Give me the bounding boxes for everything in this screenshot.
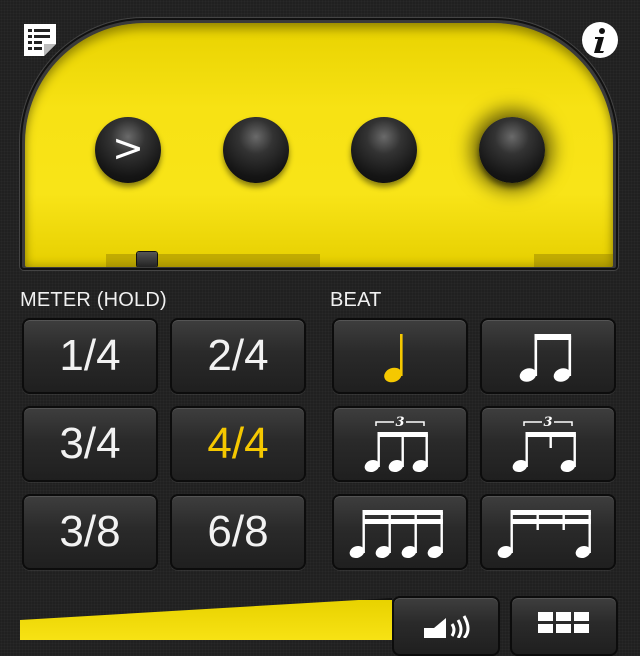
meter-button-4-4[interactable]: 4/4 — [170, 406, 306, 482]
meter-label: METER (HOLD) — [20, 289, 167, 311]
position-handle[interactable] — [137, 252, 157, 267]
beat-button-triplet[interactable]: 3 — [332, 406, 468, 482]
info-icon[interactable] — [580, 20, 620, 60]
triplet-mark: 3 — [543, 415, 552, 430]
meter-button-1-4[interactable]: 1/4 — [22, 318, 158, 394]
meter-button-label: 3/4 — [59, 419, 121, 468]
eighth-two-sixteenths-icon — [497, 510, 591, 559]
sound-button[interactable] — [392, 596, 500, 656]
triplet-shuffle-icon: 3 — [512, 415, 576, 473]
list-icon[interactable] — [20, 20, 60, 60]
position-track-end — [534, 254, 613, 267]
beat-button-quarter[interactable] — [332, 318, 468, 394]
meter-button-label: 2/4 — [207, 331, 269, 380]
quarter-note-icon — [384, 334, 403, 383]
beat-dot-2 — [223, 117, 289, 183]
beat-dot-4-active — [479, 117, 545, 183]
meter-button-2-4[interactable]: 2/4 — [170, 318, 306, 394]
meter-button-label: 4/4 — [207, 419, 269, 468]
beat-dot-3 — [351, 117, 417, 183]
sixteenth-notes-icon — [349, 510, 443, 559]
beat-button-eighths[interactable] — [480, 318, 616, 394]
triplet-eighths-icon: 3 — [364, 415, 428, 473]
beat-dot-1: > — [95, 117, 161, 183]
meter-button-6-8[interactable]: 6/8 — [170, 494, 306, 570]
meter-button-label: 6/8 — [207, 507, 269, 556]
meter-button-label: 1/4 — [59, 331, 121, 380]
beat-label: BEAT — [330, 289, 382, 311]
accent-symbol: > — [112, 126, 144, 170]
meter-button-label: 3/8 — [59, 507, 121, 556]
tempo-strip — [20, 598, 392, 640]
beat-button-sixteenths[interactable] — [332, 494, 468, 570]
triplet-mark: 3 — [395, 415, 404, 430]
meter-button-3-4[interactable]: 3/4 — [22, 406, 158, 482]
beat-button-shuffle[interactable]: 3 — [480, 406, 616, 482]
meter-button-3-8[interactable]: 3/8 — [22, 494, 158, 570]
eighth-notes-icon — [519, 334, 572, 382]
beat-button-eighth-sixteenths[interactable] — [480, 494, 616, 570]
grid-button[interactable] — [510, 596, 618, 656]
grid-icon — [538, 612, 589, 633]
beat-panel: > — [25, 23, 613, 267]
speaker-icon — [424, 615, 470, 638]
